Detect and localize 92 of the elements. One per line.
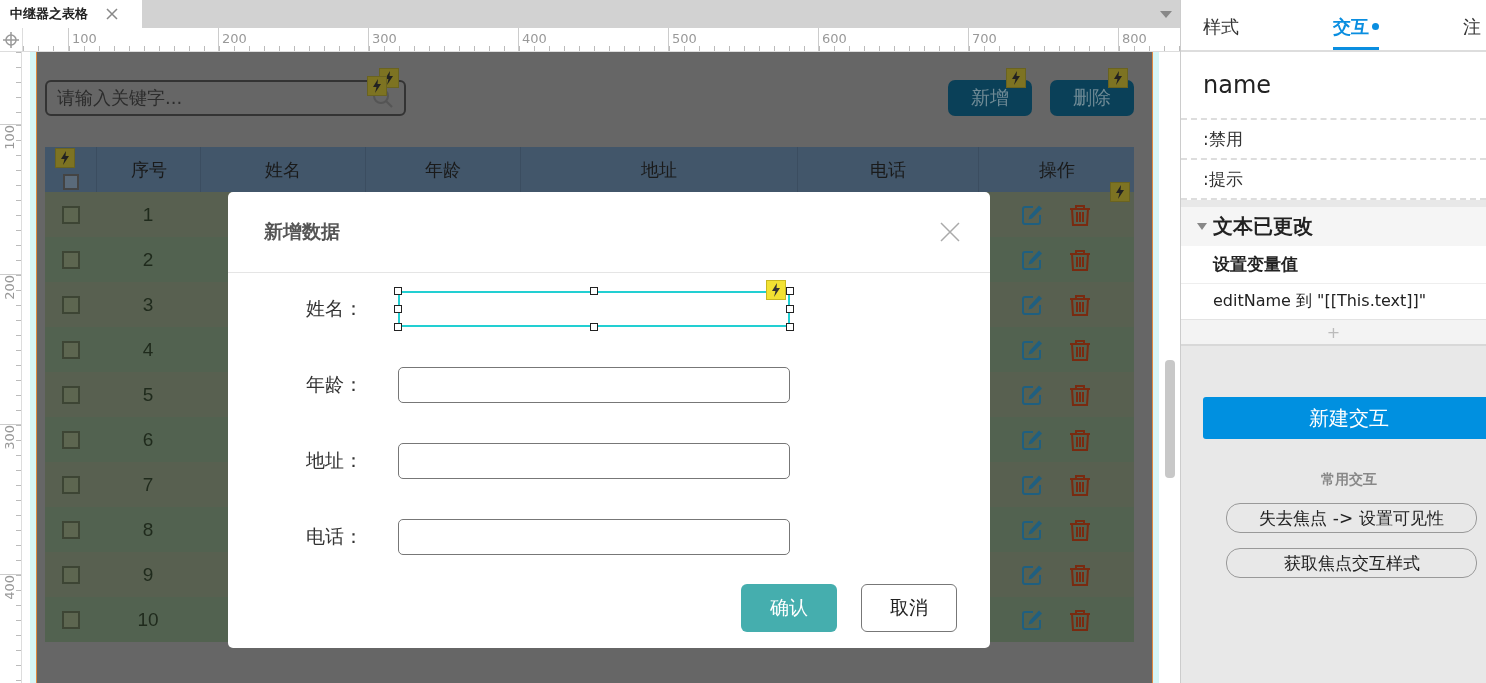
expand-caret-icon[interactable] [1197, 223, 1207, 230]
table-cell-text: 4 [141, 337, 155, 362]
resize-handle[interactable] [590, 287, 598, 295]
field-label: 地址： [306, 448, 364, 473]
field-label: 年龄： [306, 372, 364, 397]
table-cell-text: 5 [141, 382, 155, 407]
panel-tab[interactable]: 注 [1463, 0, 1486, 50]
dropdown-caret-icon[interactable] [1160, 10, 1172, 18]
edit-icon[interactable] [1021, 518, 1043, 541]
edit-icon[interactable] [1021, 428, 1043, 451]
table-cell-text: 6 [141, 427, 155, 452]
edit-icon[interactable] [1021, 473, 1043, 496]
dialog-title: 新增数据 [264, 219, 341, 244]
resize-handle[interactable] [786, 287, 794, 295]
trash-icon[interactable] [1069, 518, 1091, 541]
checkbox[interactable] [61, 205, 80, 224]
table-cell-text: 10 [136, 607, 160, 632]
ruler-label: 200 [221, 31, 247, 46]
edit-icon[interactable] [1021, 338, 1043, 361]
field-label: 电话： [306, 524, 364, 549]
event-name: 文本已更改 [1213, 213, 1313, 240]
resize-handle[interactable] [786, 305, 794, 313]
checkbox[interactable] [61, 610, 80, 629]
crosshair-icon[interactable] [3, 31, 19, 48]
close-icon[interactable] [106, 8, 118, 20]
trash-icon[interactable] [1069, 338, 1091, 361]
checkbox[interactable] [61, 295, 80, 314]
table-cell-text: 1 [141, 202, 155, 227]
edit-icon[interactable] [1021, 563, 1043, 586]
ruler-label: 700 [971, 31, 997, 46]
checkbox[interactable] [61, 565, 80, 584]
ruler-label: 100 [2, 125, 17, 150]
checkbox[interactable] [61, 430, 80, 449]
ruler-label: 400 [521, 31, 547, 46]
resize-handle[interactable] [394, 287, 402, 295]
input-field[interactable] [398, 367, 790, 403]
event-row[interactable]: 文本已更改 [1181, 207, 1486, 246]
edit-icon[interactable] [1021, 203, 1043, 226]
ruler-label: 500 [671, 31, 697, 46]
table-cell-text: 9 [141, 562, 155, 587]
table-cell-text: 2 [141, 247, 155, 272]
checkbox[interactable] [61, 520, 80, 539]
table-cell-text: 8 [141, 517, 155, 542]
action-detail[interactable]: editName 到 "[[This.text]]" [1181, 284, 1486, 319]
document-tab[interactable]: 中继器之表格 [0, 0, 142, 28]
ruler-label: 400 [2, 575, 17, 600]
table-cell-text: 7 [141, 472, 155, 497]
edit-icon[interactable] [1021, 608, 1043, 631]
ruler-label: 300 [2, 425, 17, 450]
ruler-label: 200 [2, 275, 17, 300]
ruler-label: 100 [71, 31, 97, 46]
section-caption: 常用交互 [1321, 471, 1378, 489]
ruler-label: 800 [1121, 31, 1147, 46]
preset-button[interactable]: 获取焦点交互样式 [1226, 548, 1477, 578]
checkbox[interactable] [62, 173, 79, 190]
scrollbar[interactable] [1165, 360, 1175, 478]
field-label: 姓名： [306, 296, 364, 321]
preset-button[interactable]: 失去焦点 -> 设置可见性 [1226, 503, 1477, 533]
ruler-label: 600 [821, 31, 847, 46]
resize-handle[interactable] [394, 323, 402, 331]
panel-tab[interactable]: 样式 [1203, 0, 1333, 50]
close-icon[interactable] [940, 222, 960, 242]
checkbox[interactable] [61, 340, 80, 359]
edit-icon[interactable] [1021, 383, 1043, 406]
trash-icon[interactable] [1069, 383, 1091, 406]
trash-icon[interactable] [1069, 563, 1091, 586]
resize-handle[interactable] [786, 323, 794, 331]
trash-icon[interactable] [1069, 473, 1091, 496]
checkbox[interactable] [61, 475, 80, 494]
table-cell-text: 3 [141, 292, 155, 317]
trash-icon[interactable] [1069, 248, 1091, 271]
input-field[interactable] [398, 291, 790, 327]
input-field[interactable] [398, 443, 790, 479]
action-title[interactable]: 设置变量值 [1181, 246, 1486, 284]
trash-icon[interactable] [1069, 608, 1091, 631]
resize-handle[interactable] [590, 323, 598, 331]
panel-tab[interactable]: 交互 [1333, 0, 1463, 50]
trash-icon[interactable] [1069, 203, 1091, 226]
state-item[interactable]: :提示 [1181, 160, 1486, 200]
checkbox[interactable] [61, 385, 80, 404]
trash-icon[interactable] [1069, 428, 1091, 451]
edit-icon[interactable] [1021, 293, 1043, 316]
ruler-label: 300 [371, 31, 397, 46]
state-item[interactable]: :禁用 [1181, 120, 1486, 160]
edit-icon[interactable] [1021, 248, 1043, 271]
lightning-icon[interactable] [766, 280, 786, 300]
resize-handle[interactable] [394, 305, 402, 313]
input-field[interactable] [398, 519, 790, 555]
widget-name: name [1181, 52, 1486, 120]
cancel-button[interactable]: 取消 [861, 584, 957, 632]
trash-icon[interactable] [1069, 293, 1091, 316]
checkbox[interactable] [61, 250, 80, 269]
